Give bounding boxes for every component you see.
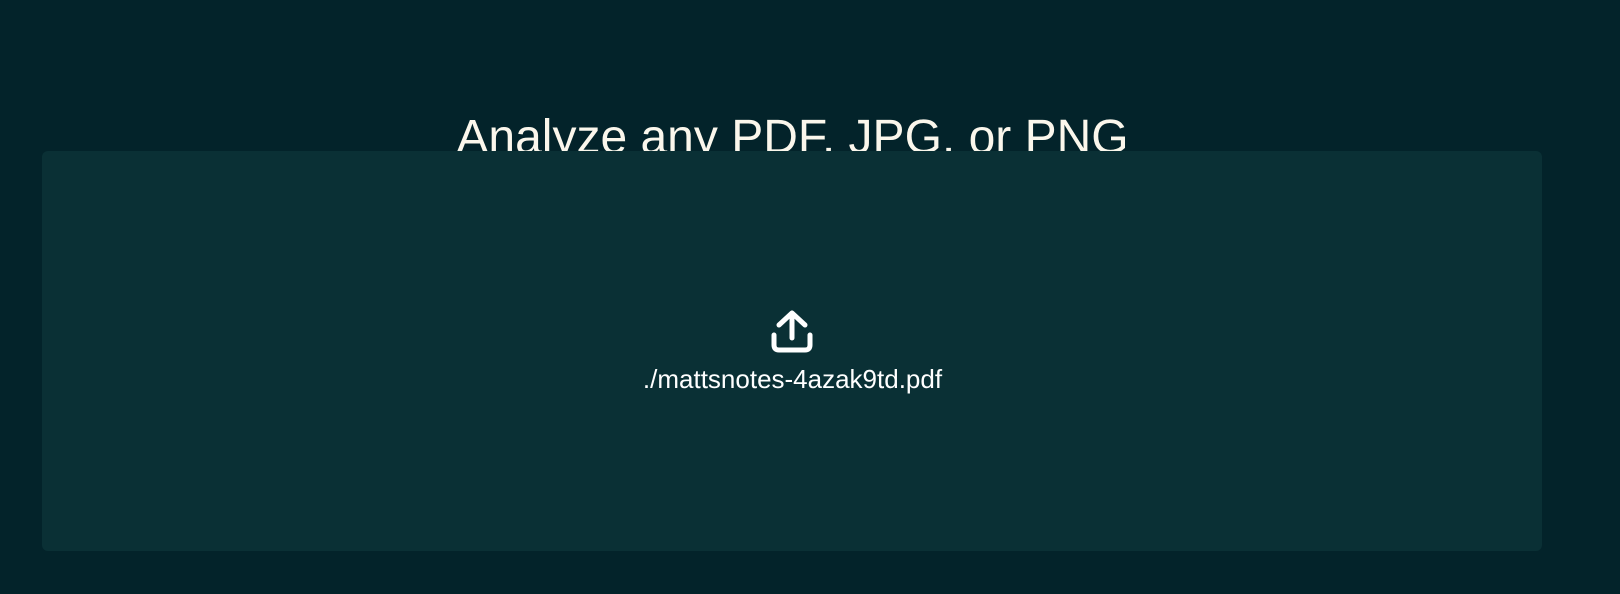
selected-file-name: ./mattsnotes-4azak9td.pdf xyxy=(642,364,943,394)
page: Analyze any PDF, JPG, or PNG ./mattsnote… xyxy=(0,0,1620,594)
upload-icon[interactable] xyxy=(768,309,816,355)
